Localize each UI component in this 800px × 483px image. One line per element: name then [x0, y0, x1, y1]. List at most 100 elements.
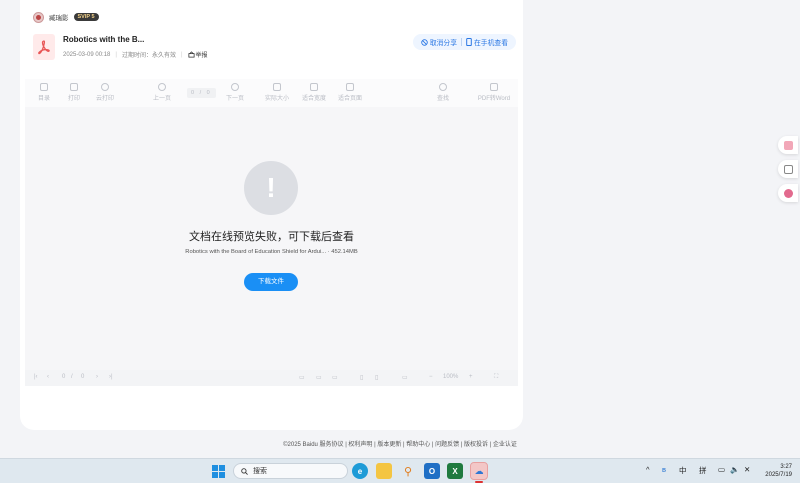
viewer-bottom-bar: |‹ ‹ 0 / 0 › ›| ▭ ▭ ▭ ▯ ▯ ▭ − 100% + ⛶ — [25, 370, 518, 386]
expiry-info: 过期时间：永久有效 — [121, 53, 176, 59]
vip-badge: SVIP 5 — [73, 13, 99, 21]
baidu-netdisk-icon[interactable]: ☁ — [470, 462, 488, 480]
outlook-icon[interactable]: O — [424, 463, 440, 479]
page-current[interactable]: 0 — [62, 374, 65, 380]
fit-width-button[interactable]: 适合宽度 — [299, 83, 329, 102]
display-icon[interactable]: ▭ — [718, 465, 725, 474]
divider: | — [115, 51, 117, 58]
pdf-to-word-icon — [490, 83, 498, 91]
report-icon — [187, 51, 195, 58]
error-title: 文档在线预览失败，可下载后查看 — [189, 231, 354, 243]
page-separator: / — [71, 374, 73, 380]
report-link[interactable]: 举报 — [187, 50, 208, 59]
ime-language[interactable]: 中 — [679, 465, 687, 476]
double-page-icon[interactable]: ▯ — [375, 374, 378, 381]
cloud-icon — [101, 83, 109, 91]
file-info: Robotics with the B... 2025-03-09 00:18 … — [33, 33, 518, 63]
pdf-file-icon — [33, 34, 55, 60]
zoom-out-icon[interactable]: − — [429, 374, 433, 380]
scroll-mode-icon[interactable]: ▭ — [402, 374, 408, 381]
search-icon — [241, 467, 248, 475]
search-app-icon[interactable]: ⚲ — [400, 463, 416, 479]
next-page-button[interactable]: 下一页 — [220, 83, 250, 102]
view-on-phone-label: 在手机查看 — [474, 40, 508, 47]
fit-width-icon — [310, 83, 318, 91]
chevron-up-icon[interactable]: ^ — [646, 465, 650, 474]
service-icon — [783, 188, 793, 198]
taskbar-search-placeholder: 搜索 — [253, 468, 267, 475]
printer-icon — [70, 83, 78, 91]
windows-start-icon[interactable] — [212, 465, 225, 478]
view-mode-icon[interactable]: ▭ — [332, 374, 338, 381]
cancel-share-button[interactable]: 取消分享 — [417, 37, 461, 47]
avatar[interactable] — [33, 11, 44, 23]
page-footer: ©2025 Baidu 服务协议 | 权利声明 | 版本更新 | 帮助中心 | … — [283, 442, 517, 448]
error-file-size: · 452.14MB — [327, 249, 358, 255]
actual-size-icon — [273, 83, 281, 91]
print-button[interactable]: 打印 — [59, 83, 89, 102]
page-total: 0 — [81, 374, 85, 380]
share-date: 2025-03-09 00:18 — [63, 51, 111, 58]
prev-page-label: 上一页 — [152, 96, 171, 102]
first-page-icon[interactable]: |‹ — [34, 374, 38, 380]
file-meta: 2025-03-09 00:18 | 过期时间：永久有效 | 举报 — [63, 50, 208, 59]
next-icon[interactable]: › — [96, 374, 98, 380]
catalog-label: 目录 — [37, 96, 50, 102]
view-mode-icon[interactable]: ▭ — [316, 374, 322, 381]
customer-service-float-button[interactable] — [778, 184, 798, 202]
network-icon[interactable]: ✕ — [744, 465, 750, 474]
view-on-phone-button[interactable]: 在手机查看 — [462, 37, 512, 47]
cloud-print-button[interactable]: 云打印 — [90, 83, 120, 102]
apps-float-button[interactable] — [778, 160, 798, 178]
system-clock[interactable]: 3:27 2025/7/19 — [754, 463, 792, 479]
page-indicator[interactable]: 0 / 0 — [187, 88, 216, 98]
ban-icon — [421, 38, 428, 46]
actual-size-label: 实际大小 — [264, 96, 289, 102]
view-mode-icon[interactable]: ▭ — [299, 374, 305, 381]
warning-icon: ! — [244, 161, 298, 215]
prev-icon[interactable]: ‹ — [47, 374, 49, 380]
fullscreen-icon[interactable]: ⛶ — [494, 374, 498, 381]
file-name: Robotics with the B... — [63, 35, 145, 44]
bluetooth-icon[interactable]: ʙ — [662, 465, 666, 474]
catalog-icon — [40, 83, 48, 91]
pdf-to-word-button[interactable]: PDF转Word — [476, 83, 512, 102]
document-viewer: 目录 打印 云打印 上一页 0 / 0 下一页 实际大小 适合宽度 适合页面 查… — [25, 79, 518, 386]
fit-page-button[interactable]: 适合页面 — [335, 83, 365, 102]
pdf-to-word-label: PDF转Word — [477, 96, 511, 102]
catalog-button[interactable]: 目录 — [29, 83, 59, 102]
arrow-down-icon — [231, 83, 239, 91]
next-page-label: 下一页 — [225, 96, 244, 102]
share-page-card: 臧瑞影 SVIP 5 Robotics with the B... 2025-0… — [20, 0, 523, 430]
clock-date: 2025/7/19 — [765, 472, 792, 478]
prev-page-button[interactable]: 上一页 — [147, 83, 177, 102]
arrow-up-icon — [158, 83, 166, 91]
ime-mode[interactable]: 拼 — [699, 465, 707, 476]
single-page-icon[interactable]: ▯ — [360, 374, 363, 381]
volume-icon[interactable]: 🔈 — [730, 465, 739, 474]
divider: | — [180, 51, 183, 58]
edge-browser-icon[interactable]: e — [352, 463, 368, 479]
gift-icon — [783, 140, 793, 150]
download-button[interactable]: 下载文件 — [244, 273, 298, 291]
file-explorer-icon[interactable] — [376, 463, 392, 479]
search-label: 查找 — [436, 96, 449, 102]
search-button[interactable]: 查找 — [428, 83, 458, 102]
print-label: 打印 — [67, 96, 80, 102]
zoom-level: 100% — [443, 374, 459, 380]
phone-icon — [466, 38, 472, 46]
gift-float-button[interactable] — [778, 136, 798, 154]
actual-size-button[interactable]: 实际大小 — [262, 83, 292, 102]
apps-icon — [783, 164, 793, 174]
user-bar: 臧瑞影 SVIP 5 — [33, 10, 99, 24]
cloud-print-label: 云打印 — [95, 96, 114, 102]
taskbar-search-input[interactable]: 搜索 — [233, 463, 348, 479]
username[interactable]: 臧瑞影 — [49, 12, 69, 22]
zoom-in-icon[interactable]: + — [469, 374, 473, 380]
clock-time: 3:27 — [780, 464, 792, 470]
excel-icon[interactable]: X — [447, 463, 463, 479]
last-page-icon[interactable]: ›| — [109, 374, 113, 380]
error-file-name: Robotics with the Board of Education Shi… — [185, 249, 327, 255]
share-actions: 取消分享 在手机查看 — [412, 34, 516, 50]
viewer-toolbar: 目录 打印 云打印 上一页 0 / 0 下一页 实际大小 适合宽度 适合页面 查… — [25, 79, 518, 107]
